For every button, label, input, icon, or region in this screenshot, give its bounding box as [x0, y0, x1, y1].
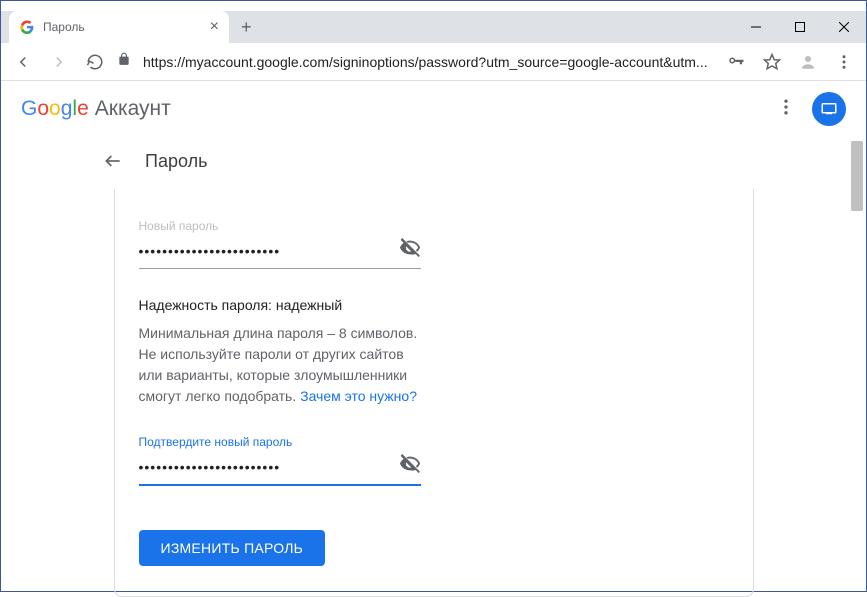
close-tab-icon[interactable]: ×	[210, 19, 219, 35]
toggle-visibility-icon[interactable]	[399, 237, 421, 264]
confirm-password-label: Подтвердите новый пароль	[139, 435, 421, 449]
browser-tab-strip: Пароль × +	[1, 11, 866, 43]
account-avatar[interactable]	[812, 92, 846, 126]
browser-menu-icon[interactable]	[830, 48, 858, 76]
confirm-password-value: ••••••••••••••••••••••••	[139, 459, 399, 475]
new-password-field[interactable]: ••••••••••••••••••••••••	[139, 237, 421, 269]
browser-tab[interactable]: Пароль ×	[9, 11, 229, 43]
new-password-value: ••••••••••••••••••••••••	[139, 243, 399, 259]
profile-avatar-icon[interactable]	[794, 48, 822, 76]
window-close-icon[interactable]	[822, 11, 866, 43]
tab-title: Пароль	[43, 20, 202, 34]
google-favicon	[19, 19, 35, 35]
new-password-label: Новый пароль	[139, 219, 421, 233]
forward-button[interactable]	[45, 48, 73, 76]
account-label: Аккаунт	[95, 97, 171, 121]
bookmark-star-icon[interactable]	[758, 48, 786, 76]
back-button[interactable]	[9, 48, 37, 76]
back-arrow-icon[interactable]	[101, 149, 125, 173]
change-password-button[interactable]: ИЗМЕНИТЬ ПАРОЛЬ	[139, 530, 326, 566]
header-menu-icon[interactable]	[776, 97, 796, 122]
why-link[interactable]: Зачем это нужно?	[300, 388, 417, 404]
toggle-visibility-icon[interactable]	[399, 453, 421, 480]
scrollbar-thumb[interactable]	[851, 141, 863, 211]
app-header: Google Аккаунт	[1, 81, 866, 137]
window-minimize-icon[interactable]	[734, 11, 778, 43]
lock-icon[interactable]	[117, 52, 131, 71]
page-title: Пароль	[145, 151, 207, 172]
page-sub-header: Пароль	[1, 137, 866, 189]
address-bar: https://myaccount.google.com/signinoptio…	[1, 43, 866, 81]
window-maximize-icon[interactable]	[778, 11, 822, 43]
password-card: Новый пароль •••••••••••••••••••••••• На…	[114, 189, 754, 597]
new-tab-button[interactable]: +	[229, 17, 264, 38]
reload-button[interactable]	[81, 48, 109, 76]
google-account-logo[interactable]: Google Аккаунт	[21, 97, 171, 121]
password-key-icon[interactable]	[722, 48, 750, 76]
url-text[interactable]: https://myaccount.google.com/signinoptio…	[143, 54, 714, 70]
google-logo-text: Google	[21, 97, 89, 121]
confirm-password-field[interactable]: ••••••••••••••••••••••••	[139, 453, 421, 486]
password-strength: Надежность пароля: надежный	[139, 297, 421, 313]
password-hint: Минимальная длина пароля – 8 символов. Н…	[139, 323, 419, 407]
